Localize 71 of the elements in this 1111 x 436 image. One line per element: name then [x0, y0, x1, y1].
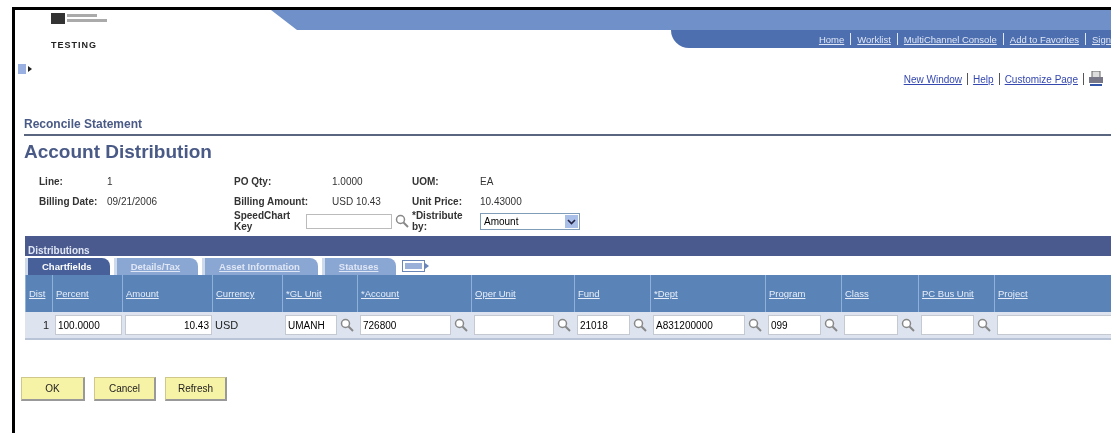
field-label: Billing Date:: [39, 195, 99, 207]
field-label: Billing Amount:: [234, 195, 310, 207]
action-button[interactable]: OK: [21, 377, 85, 401]
table-cell: USD: [215, 319, 239, 331]
page-link[interactable]: Help: [973, 73, 994, 85]
search-icon[interactable]: [454, 318, 468, 332]
action-button[interactable]: Refresh: [165, 377, 227, 401]
tabs-icon[interactable]: [402, 260, 431, 272]
column-header[interactable]: *Account: [357, 275, 471, 312]
field-label: UOM:: [412, 175, 440, 187]
field-label: SpeedChart Key: [234, 210, 292, 232]
column-header[interactable]: Oper Unit: [471, 275, 574, 312]
column-header[interactable]: Project: [994, 275, 1111, 312]
search-icon[interactable]: [977, 318, 991, 332]
field-value: EA: [480, 175, 494, 187]
column-header[interactable]: Percent: [52, 275, 122, 312]
search-icon[interactable]: [395, 214, 409, 228]
section-header: Distributions: [25, 236, 1111, 256]
column-header[interactable]: Program: [765, 275, 841, 312]
nav-link[interactable]: Add to Favorites: [1009, 33, 1079, 45]
input-field[interactable]: A831200000: [653, 315, 745, 335]
column-header[interactable]: *GL Unit: [282, 275, 357, 312]
caret-icon: [565, 214, 578, 228]
input-field[interactable]: UMANH: [285, 315, 337, 335]
search-icon[interactable]: [824, 318, 838, 332]
input-field[interactable]: [306, 213, 392, 229]
field-label: *Distribute by:: [412, 210, 464, 232]
page-link[interactable]: New Window: [903, 73, 963, 85]
action-button[interactable]: Cancel: [94, 377, 156, 401]
input-field[interactable]: [997, 315, 1111, 335]
environment-label: TESTING: [51, 40, 98, 50]
input-field[interactable]: [474, 315, 554, 335]
input-field[interactable]: [844, 315, 898, 335]
input-field[interactable]: [921, 315, 974, 335]
printer-icon[interactable]: [1089, 71, 1103, 87]
nav-link[interactable]: Sign: [1092, 33, 1111, 45]
search-icon[interactable]: [901, 318, 915, 332]
search-icon[interactable]: [748, 318, 762, 332]
dropdown[interactable]: Amount: [480, 212, 580, 230]
column-header[interactable]: *Dept: [650, 275, 765, 312]
input-field[interactable]: 100.0000: [55, 315, 122, 335]
field-value: USD 10.43: [332, 195, 381, 207]
field-value: 1: [107, 175, 113, 187]
search-icon[interactable]: [633, 318, 647, 332]
field-label: Line:: [39, 175, 64, 187]
column-header[interactable]: Currency: [212, 275, 282, 312]
breadcrumb-title: Reconcile Statement: [24, 117, 1111, 136]
page-title: Account Distribution: [24, 141, 213, 163]
input-field[interactable]: 726800: [360, 315, 451, 335]
column-header[interactable]: Class: [841, 275, 918, 312]
column-header[interactable]: Fund: [574, 275, 650, 312]
field-label: PO Qty:: [234, 175, 273, 187]
search-icon[interactable]: [340, 318, 354, 332]
nav-link[interactable]: Home: [818, 33, 845, 45]
input-field[interactable]: 099: [768, 315, 821, 335]
nav-link[interactable]: Worklist: [857, 33, 891, 45]
nav-link[interactable]: MultiChannel Console: [903, 33, 997, 45]
search-icon[interactable]: [557, 318, 571, 332]
field-value: 10.43000: [480, 195, 522, 207]
page-link[interactable]: Customize Page: [1004, 73, 1078, 85]
expand-icon: [18, 64, 32, 74]
field-label: Unit Price:: [412, 195, 463, 207]
input-field[interactable]: 10.43: [125, 315, 212, 335]
input-field[interactable]: 21018: [577, 315, 630, 335]
table-cell: 1: [42, 319, 49, 331]
tab[interactable]: Chartfields: [25, 258, 110, 275]
field-value: 1.0000: [332, 175, 363, 187]
column-header[interactable]: Amount: [122, 275, 212, 312]
column-header[interactable]: PC Bus Unit: [918, 275, 994, 312]
column-header[interactable]: Dist: [25, 275, 52, 312]
field-value: 09/21/2006: [107, 195, 158, 207]
